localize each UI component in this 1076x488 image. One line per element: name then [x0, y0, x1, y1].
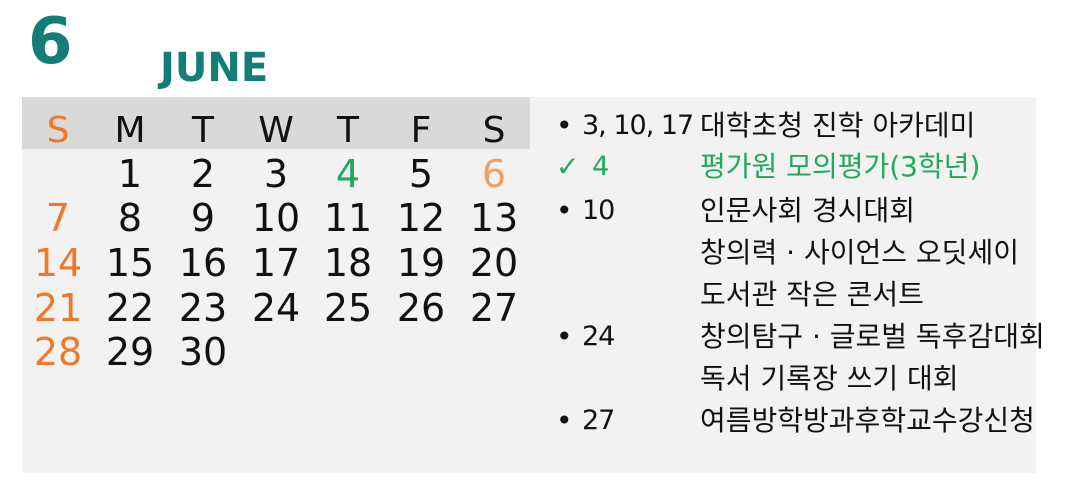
day-cell[interactable]: 26	[385, 286, 457, 330]
day-cell[interactable]: 5	[385, 152, 457, 196]
day-cell[interactable]: 12	[385, 196, 457, 240]
weekday-sun: S	[46, 110, 70, 151]
day-cell[interactable]: 24	[240, 286, 312, 330]
event-text: 창의력 · 사이언스 오딧세이	[700, 236, 1019, 269]
day-cell[interactable]: 11	[312, 196, 384, 240]
event-text: 평가원 모의평가(3학년)	[700, 150, 981, 183]
event-text: 인문사회 경시대회	[700, 194, 915, 227]
month-number: 6	[28, 5, 73, 79]
event-date: 4	[592, 151, 609, 182]
day-cell[interactable]: 8	[94, 196, 166, 240]
bullet-icon: •	[556, 320, 573, 353]
weekday-fri: F	[410, 110, 432, 151]
bullet-icon: •	[556, 194, 573, 227]
day-cell[interactable]: 23	[167, 286, 239, 330]
weekday-wed: W	[258, 110, 294, 151]
day-cell[interactable]: 4	[312, 152, 384, 196]
day-cell[interactable]: 21	[22, 286, 94, 330]
day-cell[interactable]: 2	[167, 152, 239, 196]
event-date: 27	[582, 405, 615, 436]
day-cell[interactable]: 19	[385, 241, 457, 285]
day-cell[interactable]: 18	[312, 241, 384, 285]
day-cell[interactable]: 1	[94, 152, 166, 196]
bullet-icon: •	[556, 404, 573, 437]
event-text: 대학초청 진학 아카데미	[700, 109, 976, 142]
day-cell[interactable]: 15	[94, 241, 166, 285]
event-text: 여름방학방과후학교수강신청	[700, 404, 1035, 437]
day-cell[interactable]: 9	[167, 196, 239, 240]
day-cell[interactable]: 22	[94, 286, 166, 330]
day-cell[interactable]: 3	[240, 152, 312, 196]
event-text: 독서 기록장 쓰기 대회	[700, 362, 959, 395]
weekday-tue: T	[192, 110, 214, 151]
day-cell[interactable]: 16	[167, 241, 239, 285]
day-cell[interactable]: 17	[240, 241, 312, 285]
day-cell[interactable]: 6	[458, 152, 530, 196]
weekday-mon: M	[114, 110, 146, 151]
day-cell[interactable]: 30	[167, 330, 239, 374]
day-cell[interactable]: 13	[458, 196, 530, 240]
check-icon: ✓	[556, 150, 580, 183]
event-text: 도서관 작은 콘서트	[700, 278, 924, 311]
weekday-sat: S	[482, 110, 506, 151]
day-cell[interactable]: 10	[240, 196, 312, 240]
month-name: JUNE	[160, 45, 269, 91]
bullet-icon: •	[556, 109, 573, 142]
day-cell[interactable]: 25	[312, 286, 384, 330]
day-cell[interactable]: 14	[22, 241, 94, 285]
day-cell[interactable]: 27	[458, 286, 530, 330]
weekday-thu: T	[337, 110, 359, 151]
day-cell[interactable]: 7	[22, 196, 94, 240]
day-cell[interactable]: 28	[22, 330, 94, 374]
event-date: 24	[582, 321, 615, 352]
event-date: 10	[582, 195, 615, 226]
day-cell[interactable]: 29	[94, 330, 166, 374]
event-text: 창의탐구 · 글로벌 독후감대회	[700, 320, 1045, 353]
day-cell[interactable]: 20	[458, 241, 530, 285]
event-date: 3, 10, 17	[582, 110, 694, 141]
